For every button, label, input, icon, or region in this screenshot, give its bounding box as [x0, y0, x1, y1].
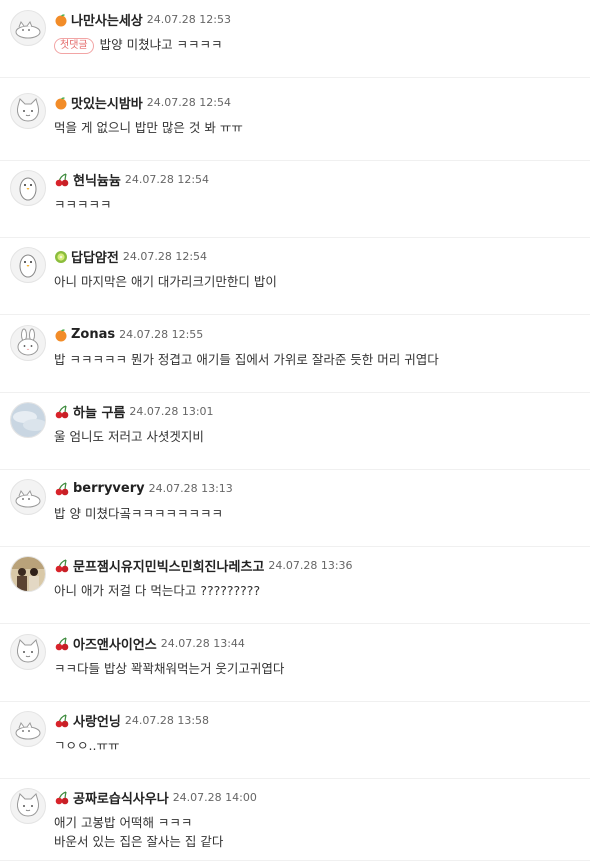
comment-list: 나만사는세상 24.07.28 12:53 첫댓글 밥양 미쳤냐고 ㅋㅋㅋㅋ 맛있는시밤… [0, 0, 590, 861]
comment-header: 답답얌전 24.07.28 12:54 [54, 246, 208, 266]
comment-text: 밥 ㅋㅋㅋㅋㅋ 뭔가 정겹고 애기들 집에서 가위로 잘라준 듯한 머리 귀엽다 [54, 350, 439, 369]
comment-item: 현닉늄늄 24.07.28 12:54 ㅋㅋㅋㅋㅋ [0, 160, 590, 238]
comment-date: 24.07.28 12:54 [122, 250, 208, 263]
comment-text: 먹을 게 없으니 밥만 많은 것 봐 ㅠㅠ [54, 118, 243, 137]
first-comment-badge: 첫댓글 [54, 38, 94, 54]
cherry-badge-icon [54, 636, 70, 651]
comment-line: 울 엄니도 저러고 사셧겟지비 [54, 429, 204, 444]
comment-item: 사랑언닝 24.07.28 13:58 ㄱㅇㅇ..ㅠㅠ [0, 701, 590, 779]
comment-header: 하늘 구름 24.07.28 13:01 [54, 401, 214, 421]
nickname[interactable]: 공짜로습식사우나 [73, 788, 169, 807]
comment-line: ㅋㅋ다들 밥상 꽉꽉채워먹는거 웃기고귀엽다 [54, 661, 285, 676]
comment-date: 24.07.28 13:13 [148, 482, 233, 495]
comment-line: 애기 고봉밥 어떡해 ㅋㅋㅋ [54, 815, 193, 830]
comment-item: Zonas 24.07.28 12:55 밥 ㅋㅋㅋㅋㅋ 뭔가 정겹고 애기들 집에… [0, 315, 590, 393]
nickname[interactable]: 현닉늄늄 [73, 170, 121, 189]
comment-header: 나만사는세상 24.07.28 12:53 [54, 9, 231, 29]
comment-text: ㄱㅇㅇ..ㅠㅠ [54, 736, 119, 755]
comment-line: ㅋㅋㅋㅋㅋ [54, 197, 112, 212]
comment-line: 밥 ㅋㅋㅋㅋㅋ 뭔가 정겹고 애기들 집에서 가위로 잘라준 듯한 머리 귀엽다 [54, 352, 439, 367]
comment-text: 아니 애가 저걸 다 먹는다고 ????????? [54, 581, 260, 600]
cat-lying-icon[interactable] [10, 711, 46, 747]
comment-text: 아니 마지막은 애기 대가리크기만한디 밥이 [54, 272, 277, 291]
nickname[interactable]: Zonas [71, 327, 115, 342]
comment-header: 현닉늄늄 24.07.28 12:54 [54, 169, 210, 189]
kiwi-badge-icon [54, 250, 68, 264]
comment-line: 밥양 미쳤냐고 ㅋㅋㅋㅋ [99, 37, 223, 52]
comment-date: 24.07.28 12:55 [119, 328, 204, 341]
orange-badge-icon [54, 328, 68, 342]
comment-text: 첫댓글 밥양 미쳤냐고 ㅋㅋㅋㅋ [54, 35, 223, 54]
cherry-badge-icon [54, 713, 70, 728]
comment-line: ㄱㅇㅇ..ㅠㅠ [54, 738, 120, 753]
cherry-badge-icon [54, 790, 70, 805]
comment-item: 하늘 구름 24.07.28 13:01 울 엄니도 저러고 사셧겟지비 [0, 392, 590, 470]
cherry-badge-icon [54, 558, 70, 573]
nickname[interactable]: 사랑언닝 [73, 711, 121, 730]
orange-badge-icon [54, 13, 68, 27]
comment-item: 문프잼시유지민빅스민희진나레츠고 24.07.28 13:36 아니 애가 저걸 다… [0, 546, 590, 624]
comment-header: 사랑언닝 24.07.28 13:58 [54, 710, 210, 730]
rabbit-icon[interactable] [10, 325, 46, 361]
sky-photo-icon[interactable] [10, 402, 46, 438]
cat-face-icon[interactable] [10, 788, 46, 824]
comment-date: 24.07.28 13:36 [268, 559, 353, 572]
comment-line: 아니 애가 저걸 다 먹는다고 ????????? [54, 583, 261, 598]
comment-line: 밥 양 미쳤다곸ㅋㅋㅋㅋㅋㅋㅋㅋ [54, 506, 223, 521]
cat-lying-icon[interactable] [10, 10, 46, 46]
people-photo-icon[interactable] [10, 556, 46, 592]
comment-item: berryvery 24.07.28 13:13 밥 양 미쳤다곸ㅋㅋㅋㅋㅋㅋㅋㅋ [0, 469, 590, 547]
comment-header: 문프잼시유지민빅스민희진나레츠고 24.07.28 13:36 [54, 555, 353, 575]
comment-date: 24.07.28 13:44 [160, 637, 245, 650]
comment-item: 아즈앤사이언스 24.07.28 13:44 ㅋㅋ다들 밥상 꽉꽉채워먹는거 웃기고… [0, 624, 590, 702]
comment-date: 24.07.28 12:54 [124, 173, 210, 186]
comment-line: 아니 마지막은 애기 대가리크기만한디 밥이 [54, 274, 277, 289]
comment-date: 24.07.28 12:53 [146, 13, 231, 26]
comment-header: 맛있는시밤바 24.07.28 12:54 [54, 92, 231, 112]
nickname[interactable]: 맛있는시밤바 [71, 93, 143, 112]
comment-text: ㅋㅋ다들 밥상 꽉꽉채워먹는거 웃기고귀엽다 [54, 659, 284, 678]
comment-line: 먹을 게 없으니 밥만 많은 것 봐 ㅠㅠ [54, 120, 243, 135]
cat-lying-icon[interactable] [10, 479, 46, 515]
orange-badge-icon [54, 96, 68, 110]
comment-header: 아즈앤사이언스 24.07.28 13:44 [54, 633, 245, 653]
penguin-icon[interactable] [10, 247, 46, 283]
nickname[interactable]: berryvery [73, 481, 145, 496]
comment-date: 24.07.28 13:01 [129, 405, 214, 418]
comment-text: 밥 양 미쳤다곸ㅋㅋㅋㅋㅋㅋㅋㅋ [54, 504, 223, 523]
comment-item: 답답얌전 24.07.28 12:54 아니 마지막은 애기 대가리크기만한디 밥이 [0, 237, 590, 315]
comment-header: 공짜로습식사우나 24.07.28 14:00 [54, 787, 257, 807]
comment-item: 공짜로습식사우나 24.07.28 14:00 애기 고봉밥 어떡해 ㅋㅋㅋ 바운서 … [0, 778, 590, 861]
comment-header: Zonas 24.07.28 12:55 [54, 324, 203, 342]
nickname[interactable]: 아즈앤사이언스 [73, 634, 157, 653]
comment-text: ㅋㅋㅋㅋㅋ [54, 195, 112, 214]
cherry-badge-icon [54, 172, 70, 187]
cherry-badge-icon [54, 404, 70, 419]
comment-item: 나만사는세상 24.07.28 12:53 첫댓글 밥양 미쳤냐고 ㅋㅋㅋㅋ [0, 0, 590, 78]
comment-header: berryvery 24.07.28 13:13 [54, 478, 233, 496]
nickname[interactable]: 답답얌전 [71, 247, 119, 266]
comment-date: 24.07.28 13:58 [124, 714, 210, 727]
comment-date: 24.07.28 12:54 [146, 96, 231, 109]
nickname[interactable]: 나만사는세상 [71, 10, 143, 29]
penguin-icon[interactable] [10, 170, 46, 206]
comment-text: 애기 고봉밥 어떡해 ㅋㅋㅋ 바운서 있는 집은 잘사는 집 같다 [54, 813, 223, 851]
comment-item: 맛있는시밤바 24.07.28 12:54 먹을 게 없으니 밥만 많은 것 봐 ㅠ… [0, 83, 590, 161]
cherry-badge-icon [54, 481, 70, 496]
nickname[interactable]: 하늘 구름 [73, 402, 125, 421]
comment-date: 24.07.28 14:00 [172, 791, 257, 804]
comment-line: 바운서 있는 집은 잘사는 집 같다 [54, 834, 224, 849]
comment-text: 울 엄니도 저러고 사셧겟지비 [54, 427, 204, 446]
cat-face-icon[interactable] [10, 93, 46, 129]
cat-face-icon[interactable] [10, 634, 46, 670]
nickname[interactable]: 문프잼시유지민빅스민희진나레츠고 [73, 556, 264, 575]
